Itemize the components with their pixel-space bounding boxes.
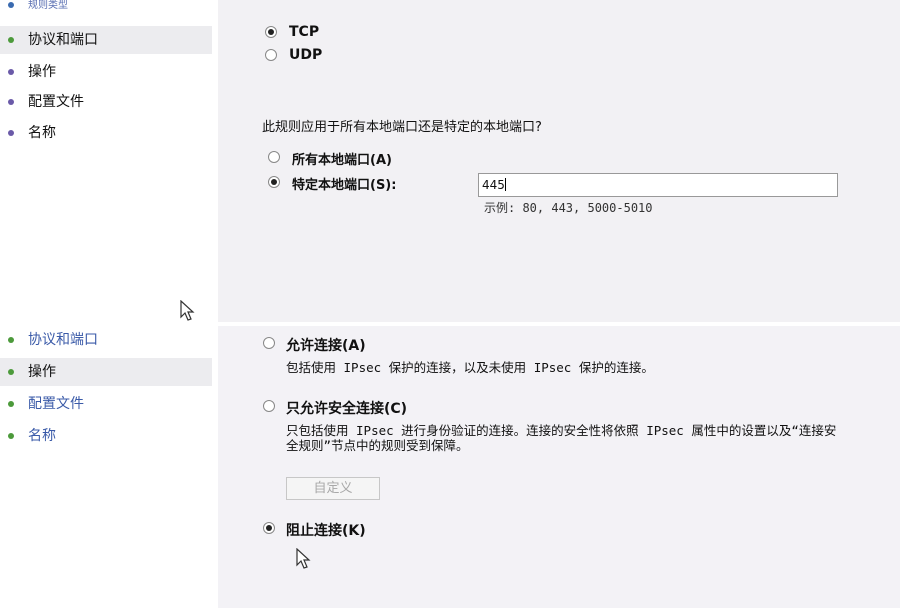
nav-bullet-icon	[8, 99, 14, 105]
port-input-value: 445	[482, 178, 505, 192]
sidebar-item-label: 配置文件	[28, 396, 84, 412]
sidebar-item-label: 规则类型	[28, 0, 68, 11]
sidebar-item-rule-type[interactable]: 规则类型	[0, 0, 212, 12]
specific-ports-radio[interactable]	[268, 176, 280, 188]
nav-bullet-icon	[8, 401, 14, 407]
allow-secure-description: 只包括使用 IPsec 进行身份验证的连接。连接的安全性将依照 IPsec 属性…	[286, 423, 837, 453]
protocol-ports-panel: 规则类型 协议和端口 操作 配置文件 名称 TCP UDP 此规则应用于所有本地…	[0, 0, 900, 322]
nav-bullet-icon	[8, 2, 14, 8]
sidebar-item-profile[interactable]: 配置文件	[0, 88, 212, 116]
nav-bullet-icon	[8, 433, 14, 439]
specific-ports-label: 特定本地端口(S):	[292, 178, 397, 193]
nav-bullet-icon	[8, 337, 14, 343]
sidebar-item-protocol-ports[interactable]: 协议和端口	[0, 26, 212, 54]
block-connection-label: 阻止连接(K)	[286, 523, 366, 539]
sidebar-item-name[interactable]: 名称	[0, 422, 212, 450]
ports-question: 此规则应用于所有本地端口还是特定的本地端口?	[262, 120, 542, 135]
udp-label: UDP	[289, 47, 323, 63]
sidebar-item-label: 操作	[28, 364, 56, 380]
allow-secure-label: 只允许安全连接(C)	[286, 401, 408, 417]
sidebar-item-label: 操作	[28, 64, 56, 80]
sidebar-item-label: 名称	[28, 428, 56, 444]
sidebar-item-action[interactable]: 操作	[0, 58, 212, 86]
nav-bullet-icon	[8, 69, 14, 75]
sidebar-item-name[interactable]: 名称	[0, 119, 212, 147]
customize-button[interactable]: 自定义	[286, 477, 380, 500]
text-caret	[504, 178, 506, 191]
sidebar-item-action[interactable]: 操作	[0, 358, 212, 386]
allow-connection-label: 允许连接(A)	[286, 338, 366, 354]
sidebar-item-label: 名称	[28, 125, 56, 141]
block-connection-radio[interactable]	[263, 522, 275, 534]
wizard-steps-sidebar: 规则类型 协议和端口 操作 配置文件 名称	[0, 0, 218, 322]
tcp-radio[interactable]	[265, 26, 277, 38]
sidebar-item-label: 协议和端口	[28, 32, 98, 48]
sidebar-item-label: 配置文件	[28, 94, 84, 110]
nav-bullet-icon	[8, 369, 14, 375]
port-input-field[interactable]: 445	[478, 173, 838, 197]
udp-radio[interactable]	[265, 49, 277, 61]
nav-bullet-icon	[8, 130, 14, 136]
port-example-hint: 示例: 80, 443, 5000-5010	[484, 201, 653, 215]
allow-secure-radio[interactable]	[263, 400, 275, 412]
wizard-steps-sidebar: 协议和端口 操作 配置文件 名称	[0, 326, 218, 608]
allow-connection-radio[interactable]	[263, 337, 275, 349]
allow-connection-description: 包括使用 IPsec 保护的连接，以及未使用 IPsec 保护的连接。	[286, 360, 654, 375]
tcp-label: TCP	[289, 24, 320, 40]
all-ports-label: 所有本地端口(A)	[292, 153, 392, 168]
sidebar-item-label: 协议和端口	[28, 332, 98, 348]
all-ports-radio[interactable]	[268, 151, 280, 163]
mouse-cursor-icon	[180, 300, 195, 321]
sidebar-item-protocol-ports[interactable]: 协议和端口	[0, 326, 212, 354]
nav-bullet-icon	[8, 37, 14, 43]
mouse-cursor-icon	[296, 548, 311, 569]
sidebar-item-profile[interactable]: 配置文件	[0, 390, 212, 418]
